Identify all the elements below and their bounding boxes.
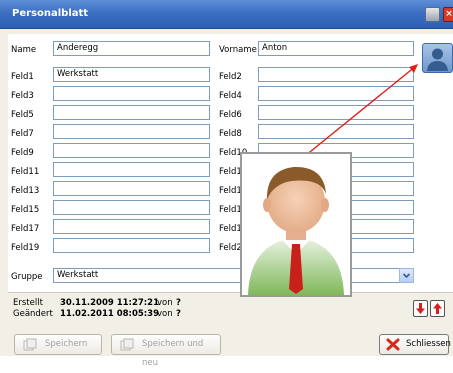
personalblatt-window: Personalblatt × Name Anderegg Vorname An… (0, 0, 453, 368)
photo-popup (240, 152, 352, 297)
person-avatar-icon (248, 166, 344, 295)
pointer-line (299, 64, 418, 161)
